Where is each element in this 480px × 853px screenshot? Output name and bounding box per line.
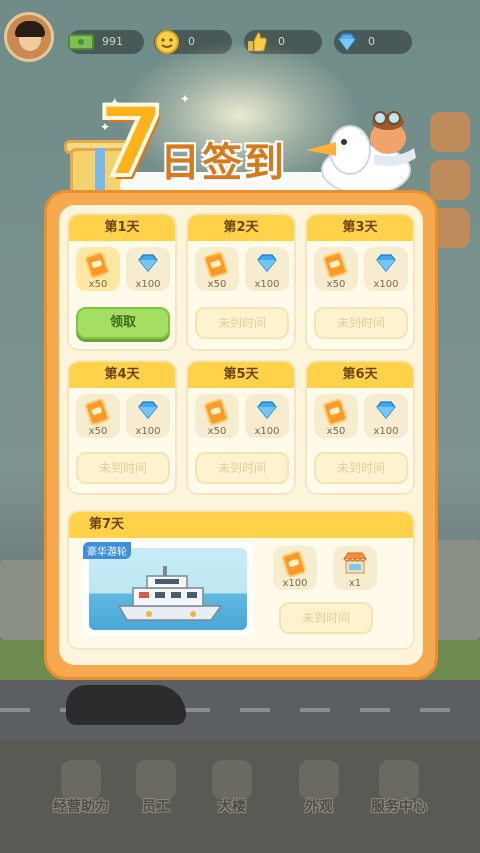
ticket-icon <box>321 397 349 427</box>
cash-icon <box>66 27 96 57</box>
reward-item[interactable]: x50 <box>76 247 120 291</box>
reward-item[interactable]: x50 <box>195 394 239 438</box>
nav-service-center[interactable]: 服务中心 <box>361 760 437 840</box>
reward-qty: x50 <box>326 279 346 290</box>
nav-appearance[interactable]: 外观 <box>281 760 357 840</box>
diamond-icon <box>376 254 396 272</box>
avatar[interactable] <box>4 12 54 62</box>
building-icon <box>212 760 252 800</box>
nav-label: 服务中心 <box>371 799 427 815</box>
ticket-icon <box>280 549 308 579</box>
reward-item[interactable]: x50 <box>76 394 120 438</box>
diamond-icon <box>376 401 396 419</box>
nav-label: 大楼 <box>218 799 246 815</box>
reward-qty: x100 <box>135 279 161 290</box>
reward-item[interactable]: x100 <box>245 394 289 438</box>
day-card-4: 第4天 x50 x100 未到时间 <box>67 360 177 495</box>
staff-icon <box>136 760 176 800</box>
reward-qty: x100 <box>254 426 280 437</box>
day-label: 第2天 <box>188 215 294 241</box>
diamond-icon <box>257 401 277 419</box>
reward-item[interactable]: x50 <box>314 394 358 438</box>
day-label: 第7天 <box>69 512 413 538</box>
yacht-image <box>89 548 247 630</box>
reward-item[interactable]: x100 <box>126 247 170 291</box>
reward-item[interactable]: x100 <box>364 394 408 438</box>
reward-qty: x100 <box>254 279 280 290</box>
ticket-icon <box>202 250 230 280</box>
ticket-icon <box>321 250 349 280</box>
showcase-tag: 豪华游轮 <box>83 542 131 559</box>
reward-qty: x50 <box>326 426 346 437</box>
car-icon <box>66 685 186 725</box>
yacht-icon <box>117 566 223 621</box>
not-yet-button[interactable]: 未到时间 <box>195 452 289 484</box>
day-card-6: 第6天 x50 x100 未到时间 <box>305 360 415 495</box>
diamond-icon <box>257 254 277 272</box>
day-label: 第3天 <box>307 215 413 241</box>
nav-label: 外观 <box>305 799 333 815</box>
palette-icon <box>299 760 339 800</box>
day-card-1: 第1天 x50 x100 领取 <box>67 213 177 351</box>
day-card-2: 第2天 x50 x100 未到时间 <box>186 213 296 351</box>
day-label: 第4天 <box>69 362 175 388</box>
reward-item[interactable]: x100 <box>364 247 408 291</box>
reward-qty: x50 <box>207 426 227 437</box>
ticket-icon <box>202 397 230 427</box>
not-yet-button[interactable]: 未到时间 <box>314 452 408 484</box>
not-yet-button[interactable]: 未到时间 <box>314 307 408 339</box>
reward-qty: x1 <box>348 578 362 589</box>
ticket-icon <box>83 250 111 280</box>
day-label: 第5天 <box>188 362 294 388</box>
nav-label: 员工 <box>142 799 170 815</box>
ticket-icon <box>83 397 111 427</box>
title-number: 7 <box>96 86 167 198</box>
nav-building[interactable]: 大楼 <box>194 760 270 840</box>
day-card-3: 第3天 x50 x100 未到时间 <box>305 213 415 351</box>
reward-item[interactable]: x100 <box>126 394 170 438</box>
nav-label: 经营助力 <box>53 799 109 815</box>
side-shop-icon[interactable] <box>430 160 470 200</box>
nav-staff[interactable]: 员工 <box>118 760 194 840</box>
reward-qty: x100 <box>282 578 308 589</box>
claim-button[interactable]: 领取 <box>76 307 170 339</box>
diamond-icon <box>138 401 158 419</box>
day-label: 第6天 <box>307 362 413 388</box>
day-card-5: 第5天 x50 x100 未到时间 <box>186 360 296 495</box>
not-yet-button[interactable]: 未到时间 <box>279 602 373 634</box>
reward-qty: x50 <box>88 426 108 437</box>
reward-qty: x100 <box>135 426 161 437</box>
reward-qty: x50 <box>88 279 108 290</box>
reward-item[interactable]: x100 <box>273 546 317 590</box>
page-title: 日签到 <box>160 140 286 186</box>
pilot-bird-icon <box>306 111 416 195</box>
day-card-7: 第7天 豪华游轮 x100 x1 未到时间 <box>67 510 415 650</box>
day-label: 第1天 <box>69 215 175 241</box>
reward-qty: x100 <box>373 426 399 437</box>
boost-icon <box>61 760 101 800</box>
side-calendar-icon[interactable] <box>430 112 470 152</box>
not-yet-button[interactable]: 未到时间 <box>76 452 170 484</box>
reward-qty: x100 <box>373 279 399 290</box>
shop-icon <box>343 552 367 574</box>
reward-item[interactable]: x1 <box>333 546 377 590</box>
yacht-showcase[interactable]: 豪华游轮 <box>83 542 253 636</box>
reward-item[interactable]: x50 <box>195 247 239 291</box>
reward-qty: x50 <box>207 279 227 290</box>
diamond-value: 0 <box>368 35 375 48</box>
reward-item[interactable]: x50 <box>314 247 358 291</box>
star-icon <box>379 760 419 800</box>
not-yet-button[interactable]: 未到时间 <box>195 307 289 339</box>
sparkle-icon: ✦ <box>180 92 191 106</box>
nav-business-boost[interactable]: 经营助力 <box>43 760 119 840</box>
reward-item[interactable]: x100 <box>245 247 289 291</box>
avatar-hair-icon <box>15 21 45 37</box>
